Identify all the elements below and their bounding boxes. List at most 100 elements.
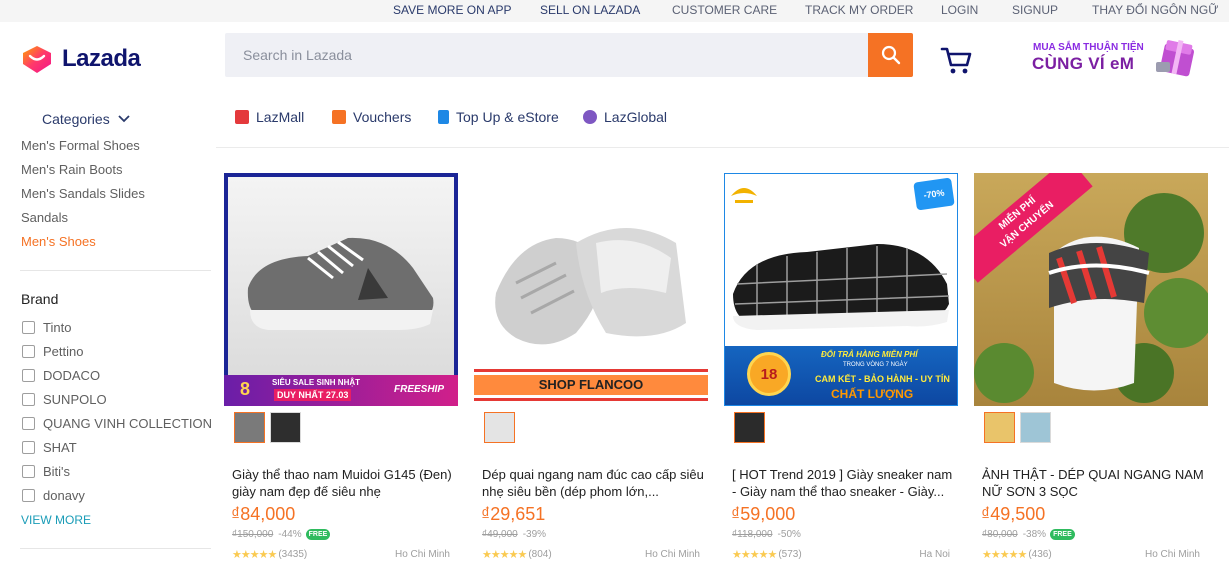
checkbox[interactable] [22,369,35,382]
shop-banner-text: SHOP FLANCOO [474,375,708,395]
warranty-badge: 18 [747,352,791,396]
quality-text: CHẤT LƯỢNG [831,387,914,401]
discount-percent: -39% [522,529,547,540]
category-sandals[interactable]: Sandals [21,210,68,225]
review-count: (804) [528,549,552,560]
checkbox[interactable] [22,489,35,502]
original-price: ₫150,000 [232,529,274,540]
brand-label: SUNPOLO [43,392,107,407]
tab-label: LazGlobal [604,109,668,125]
brand-checkbox-tinto[interactable]: Tinto [22,320,71,335]
brand-checkbox-bitis[interactable]: Biti's [22,464,70,479]
brand-label: Pettino [43,344,84,359]
product-image[interactable]: MIỄN PHÍ VẬN CHUYỂN [974,173,1208,406]
globe-icon [583,110,597,124]
free-shipping-badge: FREE [305,529,331,540]
ewallet-promo-banner[interactable]: MUA SẮM THUẬN TIỆN CÙNG VÍ eM [1030,32,1205,80]
commitment-text: CAM KẾT - BẢO HÀNH - UY TÍN [815,374,950,384]
product-title[interactable]: ẢNH THẬT - DÉP QUAI NGANG NAM NỮ SƠN 3 S… [982,466,1204,500]
variant-thumb[interactable] [984,412,1015,443]
variant-thumb[interactable] [270,412,301,443]
view-more-brands-link[interactable]: VIEW MORE [21,513,91,527]
sidebar-divider [20,548,211,549]
categories-toggle[interactable]: Categories [42,111,130,127]
sale-text: SIÊU SALE SINH NHẬT [272,378,361,387]
tab-lazglobal[interactable]: LazGlobal [583,108,667,126]
login-link[interactable]: LOGIN [941,3,978,17]
save-more-on-app-link[interactable]: SAVE MORE ON APP [393,3,511,17]
customer-care-link[interactable]: CUSTOMER CARE [672,3,777,17]
product-card[interactable]: 8 SIÊU SALE SINH NHẬT DUY NHẤT 27.03 FRE… [224,173,458,568]
original-price: ₫49,000 [482,529,518,540]
tab-lazmall[interactable]: LazMall [235,108,304,126]
product-title[interactable]: Dép quai ngang nam đúc cao cấp siêu nhẹ … [482,466,704,500]
freeship-label: FREESHIP [394,384,445,395]
category-mens-shoes[interactable]: Men's Shoes [21,234,96,249]
product-card[interactable]: -70% 18 ĐỔI TRẢ HÀNG MIỄN PHÍ TRONG VÒNG… [724,173,958,568]
variant-thumb[interactable] [484,412,515,443]
logo-text: Lazada [62,45,141,72]
sale-date: DUY NHẤT 27.03 [274,389,352,401]
review-count: (573) [778,549,802,560]
tab-vouchers[interactable]: Vouchers [332,108,411,126]
banner-stripe [474,369,708,372]
brand-checkbox-sunpolo[interactable]: SUNPOLO [22,392,107,407]
tab-topup-estore[interactable]: Top Up & eStore [438,108,559,126]
original-price: ₫80,000 [982,529,1018,540]
lazada-logo[interactable]: Lazada [20,42,141,76]
product-card[interactable]: MIỄN PHÍ VẬN CHUYỂN ẢNH THẬT - DÉP QUAI … [974,173,1208,568]
brand-checkbox-dodaco[interactable]: DODACO [22,368,100,383]
shop-eagle-logo-icon [731,188,757,203]
signup-link[interactable]: SIGNUP [1012,3,1058,17]
variant-thumb[interactable] [234,412,265,443]
product-title[interactable]: Giày thể thao nam Muidoi G145 (Đen) giày… [232,466,454,500]
original-price-row: ₫80,000 -38% FREE [982,529,1075,540]
track-my-order-link[interactable]: TRACK MY ORDER [805,3,913,17]
tab-label: Top Up & eStore [456,109,559,125]
brand-checkbox-donavy[interactable]: donavy [22,488,85,503]
lazada-heart-icon [23,46,51,73]
plaid-sneaker-illustration [733,244,950,330]
sell-on-lazada-link[interactable]: SELL ON LAZADA [540,3,640,17]
brand-label: DODACO [43,368,101,383]
brand-checkbox-quang-vinh[interactable]: QUANG VINH COLLECTION [22,416,212,431]
checkbox[interactable] [22,417,35,430]
search-bar [225,33,913,77]
variant-thumb[interactable] [1020,412,1051,443]
product-image[interactable]: 8 SIÊU SALE SINH NHẬT DUY NHẤT 27.03 FRE… [224,173,458,406]
original-price-row: ₫118,000 -50% [732,529,801,540]
brand-checkbox-pettino[interactable]: Pettino [22,344,83,359]
seller-location: Ha Noi [919,549,950,560]
original-price-row: ₫49,000 -39% [482,529,546,540]
category-mens-sandals-slides[interactable]: Men's Sandals Slides [21,186,145,201]
checkbox[interactable] [22,465,35,478]
product-card[interactable]: SHOP FLANCOO Dép quai ngang nam đúc cao … [474,173,708,568]
category-mens-rain-boots[interactable]: Men's Rain Boots [21,162,122,177]
variant-thumbnails [984,412,1056,443]
lazmall-icon [235,110,249,124]
sidebar-divider [20,270,211,271]
categories-label: Categories [42,111,110,127]
checkbox[interactable] [22,393,35,406]
checkbox[interactable] [22,441,35,454]
star-rating-icon: ★★★★★ [982,549,1027,561]
brand-label: QUANG VINH COLLECTION [43,416,213,431]
search-button[interactable] [868,33,913,77]
search-input[interactable] [225,33,868,77]
product-image[interactable]: -70% 18 ĐỔI TRẢ HÀNG MIỄN PHÍ TRONG VÒNG… [724,173,958,406]
product-image[interactable]: SHOP FLANCOO [474,173,708,406]
variant-thumb[interactable] [734,412,765,443]
phone-icon [438,110,449,124]
warranty-banner: 18 ĐỔI TRẢ HÀNG MIỄN PHÍ TRONG VÒNG 7 NG… [725,346,957,405]
checkbox[interactable] [22,345,35,358]
brand-checkbox-shat[interactable]: SHAT [22,440,77,455]
checkbox[interactable] [22,321,35,334]
brand-label: SHAT [43,440,77,455]
change-language-link[interactable]: THAY ĐỔI NGÔN NGỮ [1092,3,1218,17]
promo-line-2: CÙNG VÍ eM [1032,54,1135,73]
free-shipping-badge: FREE [1050,529,1075,540]
brand-filter-title: Brand [21,291,59,307]
category-mens-formal-shoes[interactable]: Men's Formal Shoes [21,138,140,153]
product-title[interactable]: [ HOT Trend 2019 ] Giày sneaker nam - Gi… [732,466,954,500]
cart-icon[interactable] [940,44,974,76]
